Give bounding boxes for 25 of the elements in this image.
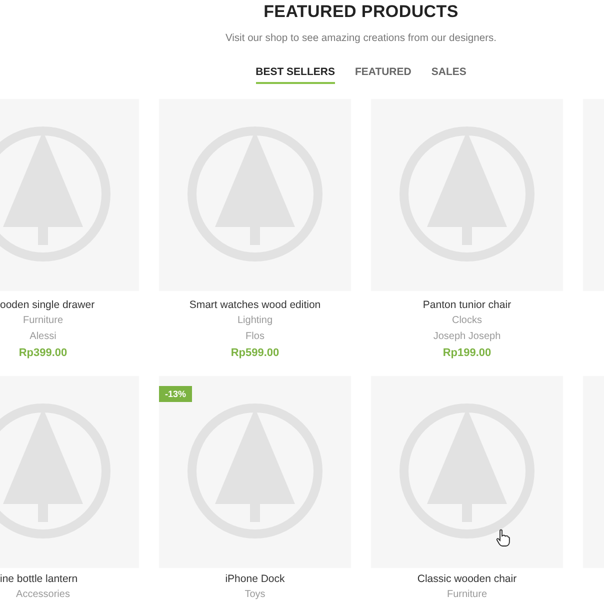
product-price: Rp199.00 (442, 346, 492, 361)
product-price: Rp399.00 (18, 346, 68, 361)
tab[interactable]: SALES (431, 65, 466, 84)
product-price: Rp599.00 (230, 346, 280, 361)
product-name[interactable]: Smart watches wood edition (189, 297, 321, 313)
product-name[interactable]: ine bottle lantern (0, 572, 78, 587)
product-category: Lighting (237, 314, 273, 328)
product-category: Toys (244, 588, 266, 600)
product-category: Furniture (22, 314, 63, 328)
section-title: FEATURED PRODUCTS (264, 1, 458, 23)
product-name[interactable]: Panton tunior chair (422, 297, 512, 313)
product-category: Clocks (452, 314, 482, 328)
hand-cursor-icon (496, 529, 510, 547)
product-category: Accessories (16, 588, 70, 600)
product-brand: Flos (246, 330, 264, 344)
product-name[interactable]: ooden single drawer (0, 297, 95, 313)
section-subtitle: Visit our shop to see amazing creations from our designers. (225, 32, 497, 46)
product-name[interactable]: iPhone Dock (225, 572, 285, 587)
tab[interactable]: FEATURED (354, 65, 412, 84)
discount-badge: -13% (159, 386, 192, 402)
product-brand: Joseph Joseph (433, 330, 501, 344)
tab[interactable]: BEST SELLERS (256, 65, 335, 84)
product-brand: Alessi (30, 330, 56, 344)
product-name[interactable]: Classic wooden chair (417, 572, 517, 587)
product-category: Furniture (446, 588, 487, 600)
